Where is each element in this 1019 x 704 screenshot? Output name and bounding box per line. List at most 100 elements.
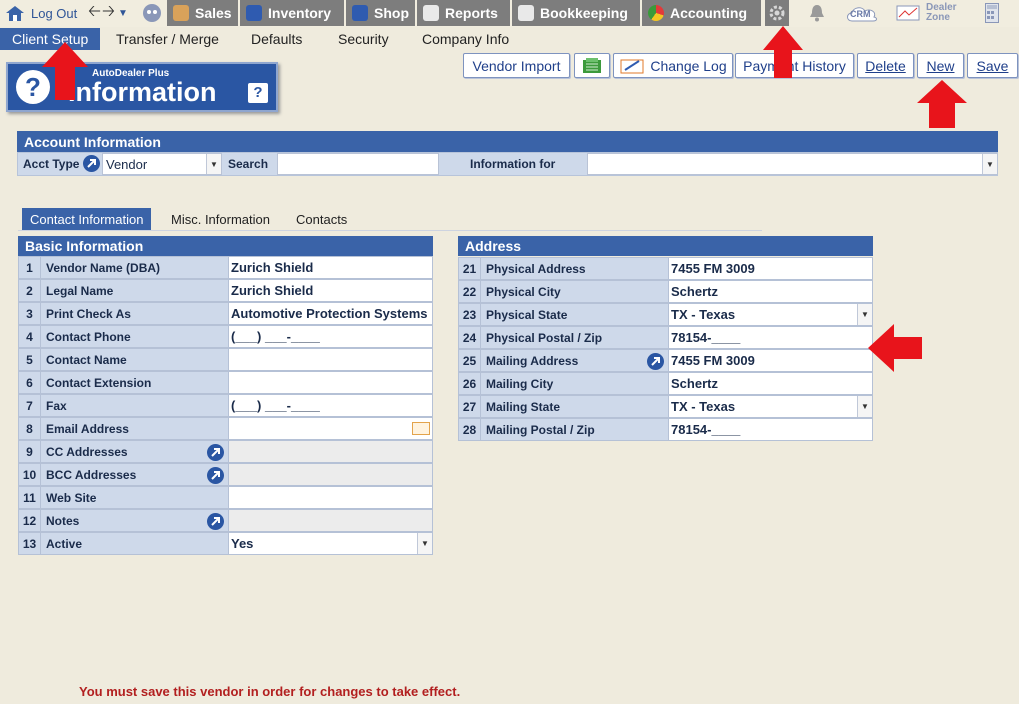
dealer-zone-button[interactable]: Dealer Zone bbox=[896, 2, 966, 24]
field-label: Mailing Address bbox=[481, 349, 669, 372]
row-number: 6 bbox=[18, 371, 41, 394]
field-label: Contact Phone bbox=[41, 325, 229, 348]
calculator-icon bbox=[985, 3, 999, 23]
tab-company-info[interactable]: Company Info bbox=[422, 28, 509, 50]
vendor-import-button[interactable]: Vendor Import bbox=[463, 53, 570, 78]
legal-name-field[interactable]: Zurich Shield bbox=[229, 279, 433, 302]
physical-state-select[interactable]: TX - Texas ▼ bbox=[669, 303, 873, 326]
active-select[interactable]: Yes ▼ bbox=[229, 532, 433, 555]
row-number: 27 bbox=[458, 395, 481, 418]
sub-nav: Client Setup Transfer / Merge Defaults S… bbox=[0, 28, 1019, 50]
new-button[interactable]: New bbox=[917, 53, 964, 78]
notifications-button[interactable] bbox=[806, 2, 828, 24]
field-label: Active bbox=[41, 532, 229, 555]
acct-type-select[interactable]: Vendor ▼ bbox=[102, 153, 222, 175]
settings-button[interactable] bbox=[765, 0, 789, 26]
physical-state-value: TX - Texas bbox=[671, 307, 736, 322]
field-label: Physical State bbox=[481, 303, 669, 326]
sales-icon bbox=[173, 5, 189, 21]
print-check-as-field[interactable]: Automotive Protection Systems bbox=[229, 302, 433, 325]
crm-label: CRM bbox=[850, 9, 871, 19]
mailing-city-field[interactable]: Schertz bbox=[669, 372, 873, 395]
row-number: 9 bbox=[18, 440, 41, 463]
info-for-select[interactable]: ▼ bbox=[587, 153, 998, 175]
history-nav[interactable]: 🡠 🡢 ▼ bbox=[88, 0, 128, 26]
cc-addresses-field[interactable] bbox=[229, 440, 433, 463]
field-label: CC Addresses bbox=[41, 440, 229, 463]
tab-transfer-merge[interactable]: Transfer / Merge bbox=[116, 28, 219, 50]
nav-inventory[interactable]: Inventory bbox=[240, 0, 346, 26]
row-number: 11 bbox=[18, 486, 41, 509]
forward-icon[interactable]: 🡢 bbox=[102, 0, 115, 27]
fax-field[interactable]: (___) ___-____ bbox=[229, 394, 433, 417]
row-number: 13 bbox=[18, 532, 41, 555]
nav-bookkeeping[interactable]: Bookkeeping bbox=[512, 0, 642, 26]
mailing-state-value: TX - Texas bbox=[671, 399, 736, 414]
save-button[interactable]: Save bbox=[967, 53, 1018, 78]
logout-link[interactable]: Log Out bbox=[4, 0, 77, 26]
cc-popout-icon[interactable] bbox=[207, 444, 224, 461]
crm-button[interactable]: CRM bbox=[843, 2, 881, 24]
copy-address-popout-icon[interactable] bbox=[647, 353, 664, 370]
avatar-icon bbox=[143, 4, 161, 22]
email-address-field[interactable] bbox=[229, 417, 433, 440]
arrow-up-annotation bbox=[763, 26, 803, 78]
field-label: BCC Addresses bbox=[41, 463, 229, 486]
envelope-icon[interactable] bbox=[412, 422, 430, 435]
delete-button[interactable]: Delete bbox=[857, 53, 914, 78]
chevron-down-icon[interactable]: ▼ bbox=[118, 8, 128, 19]
notes-label: Notes bbox=[46, 513, 80, 528]
page-title: Information bbox=[68, 77, 217, 107]
tab-contact-information[interactable]: Contact Information bbox=[22, 208, 152, 230]
acct-type-popout-icon[interactable] bbox=[83, 155, 100, 172]
nav-accounting[interactable]: Accounting bbox=[642, 0, 763, 26]
contact-name-field[interactable] bbox=[229, 348, 433, 371]
field-label: Fax bbox=[41, 394, 229, 417]
bcc-popout-icon[interactable] bbox=[207, 467, 224, 484]
contact-extension-field[interactable] bbox=[229, 371, 433, 394]
bcc-addresses-field[interactable] bbox=[229, 463, 433, 486]
spreadsheet-icon bbox=[583, 57, 601, 73]
account-info-header: Account Information bbox=[17, 131, 998, 152]
nav-shop[interactable]: Shop bbox=[346, 0, 417, 26]
nav-sales[interactable]: Sales bbox=[167, 0, 240, 26]
row-number: 12 bbox=[18, 509, 41, 532]
mailing-address-field[interactable]: 7455 FM 3009 bbox=[669, 349, 873, 372]
user-avatar[interactable] bbox=[142, 0, 162, 26]
contact-phone-field[interactable]: (___) ___-____ bbox=[229, 325, 433, 348]
tab-defaults[interactable]: Defaults bbox=[251, 28, 302, 50]
nav-bookkeeping-label: Bookkeeping bbox=[540, 5, 628, 21]
arrow-up-annotation bbox=[42, 42, 88, 100]
field-label: Web Site bbox=[41, 486, 229, 509]
calculator-button[interactable] bbox=[982, 2, 1002, 24]
tab-security[interactable]: Security bbox=[338, 28, 389, 50]
notes-field[interactable] bbox=[229, 509, 433, 532]
search-input[interactable] bbox=[277, 153, 439, 175]
gear-icon bbox=[769, 5, 785, 21]
reports-icon bbox=[423, 5, 439, 21]
help-button[interactable]: ? bbox=[248, 83, 268, 103]
mailing-zip-field[interactable]: 78154-____ bbox=[669, 418, 873, 441]
field-label: Contact Extension bbox=[41, 371, 229, 394]
export-excel-button[interactable] bbox=[574, 53, 610, 78]
basic-info-header: Basic Information bbox=[18, 236, 433, 256]
physical-zip-field[interactable]: 78154-____ bbox=[669, 326, 873, 349]
arrow-left-annotation bbox=[868, 324, 922, 372]
tab-contacts[interactable]: Contacts bbox=[296, 208, 347, 230]
mailing-state-select[interactable]: TX - Texas ▼ bbox=[669, 395, 873, 418]
change-log-button[interactable]: Change Log bbox=[613, 53, 733, 78]
field-label: Legal Name bbox=[41, 279, 229, 302]
physical-address-field[interactable]: 7455 FM 3009 bbox=[669, 257, 873, 280]
row-number: 23 bbox=[458, 303, 481, 326]
row-number: 1 bbox=[18, 256, 41, 279]
row-number: 26 bbox=[458, 372, 481, 395]
vendor-name-field[interactable]: Zurich Shield bbox=[229, 256, 433, 279]
chevron-down-icon: ▼ bbox=[982, 154, 997, 174]
notes-popout-icon[interactable] bbox=[207, 513, 224, 530]
tab-misc-information[interactable]: Misc. Information bbox=[171, 208, 270, 230]
chevron-down-icon: ▼ bbox=[206, 154, 221, 174]
website-field[interactable] bbox=[229, 486, 433, 509]
back-icon[interactable]: 🡠 bbox=[88, 0, 101, 27]
physical-city-field[interactable]: Schertz bbox=[669, 280, 873, 303]
nav-reports[interactable]: Reports bbox=[417, 0, 512, 26]
